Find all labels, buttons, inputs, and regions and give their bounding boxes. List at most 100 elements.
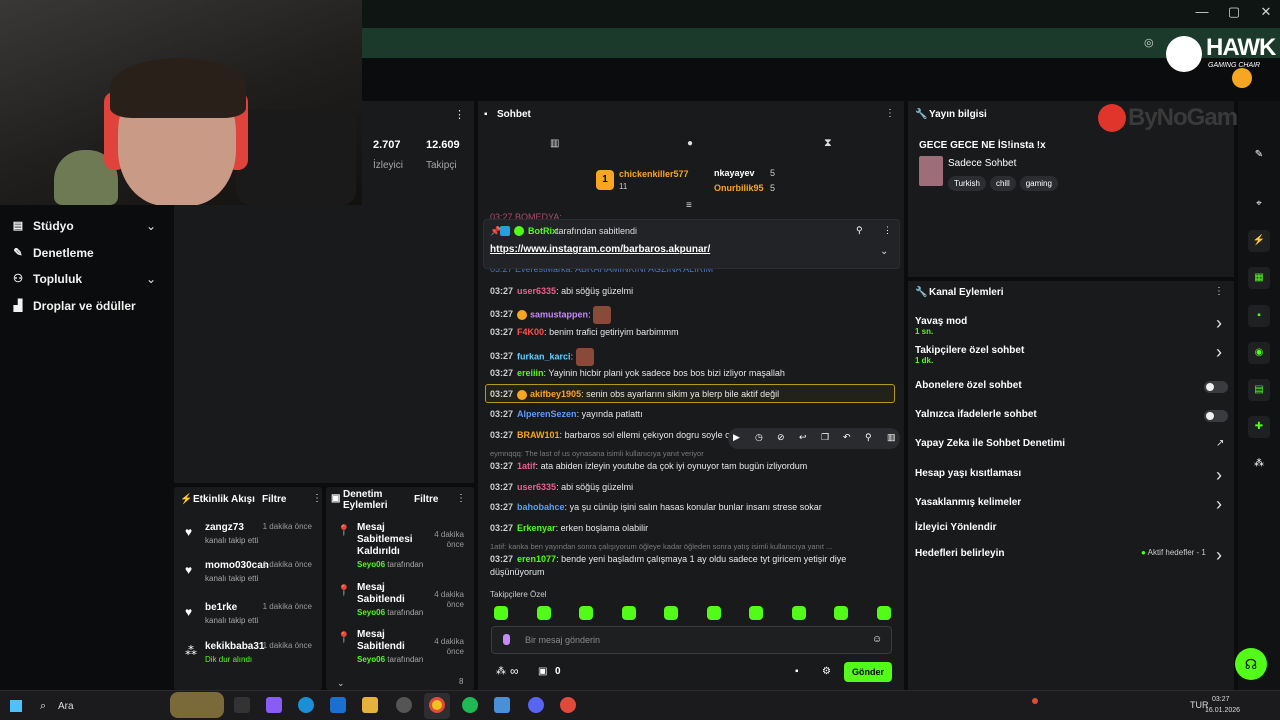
xbox-icon[interactable]: [396, 697, 412, 713]
clock-time[interactable]: 03:27: [1212, 696, 1230, 703]
pinned-by[interactable]: BotRix: [528, 226, 557, 236]
eye-off-icon[interactable]: ◎: [1144, 36, 1154, 49]
activity-name[interactable]: zangz73: [205, 522, 244, 533]
spotify-icon[interactable]: [462, 697, 478, 713]
action-item[interactable]: Hesap yaşı kısıtlaması: [915, 468, 1021, 479]
undo-icon[interactable]: ↶: [843, 432, 851, 443]
activity-name[interactable]: be1rke: [205, 602, 237, 613]
emoji-icon[interactable]: ☺: [872, 634, 882, 645]
reward-icon[interactable]: ⁂: [1248, 453, 1270, 475]
action-item[interactable]: Yavaş mod: [915, 316, 967, 327]
chat-username[interactable]: eren1077: [517, 554, 556, 564]
gear-icon[interactable]: ⚙: [822, 666, 831, 677]
search-icon[interactable]: ⌕: [40, 700, 46, 713]
chat-message[interactable]: 03:27 eren1077: bende yeni başladım çalış…: [490, 553, 870, 579]
sidebar-item-community[interactable]: ⚇ Topluluk: [12, 269, 82, 289]
modlog-by-name[interactable]: Seyo06: [357, 608, 385, 617]
more-icon[interactable]: ⋮: [885, 108, 895, 119]
action-item[interactable]: Hedefleri belirleyin: [915, 548, 1004, 559]
action-item[interactable]: Takipçilere özel sohbet: [915, 345, 1024, 356]
trash-icon[interactable]: ▥: [550, 138, 559, 149]
toggle-switch[interactable]: [1204, 410, 1228, 422]
activity-filter-button[interactable]: Filtre: [262, 494, 286, 505]
chat-username[interactable]: user6335: [517, 286, 556, 296]
chat-message[interactable]: 03:27 AlperenSezen: yayında patlattı: [490, 409, 643, 419]
discord-icon[interactable]: [528, 697, 544, 713]
leaderboard-name[interactable]: nkayayev: [714, 168, 755, 178]
collapse-icon[interactable]: ≡: [686, 200, 692, 211]
chat-message[interactable]: 03:27 1atif: ata abiden izleyin youtube d…: [490, 461, 807, 471]
chat-message[interactable]: 03:27 ereiiin: Yayinin hicbir plani yok s…: [490, 368, 785, 378]
pinned-link[interactable]: https://www.instagram.com/barbaros.akpun…: [490, 244, 710, 255]
category-thumbnail[interactable]: [919, 156, 943, 186]
widget-image[interactable]: [170, 692, 224, 718]
reply-context[interactable]: eymnqqq: The last of us oynasana isimli …: [490, 449, 704, 458]
sidebar-item-drops[interactable]: ▟ Droplar ve ödüller: [12, 296, 136, 316]
copilot-icon[interactable]: [266, 697, 282, 713]
action-item[interactable]: Yalnızca ifadelerle sohbet: [915, 409, 1037, 420]
chat-username[interactable]: samustappen: [530, 309, 588, 319]
action-item[interactable]: Yapay Zeka ile Sohbet Denetimi: [915, 438, 1065, 449]
leaderboard-name[interactable]: Onurbilik95: [714, 183, 764, 193]
chat-username[interactable]: AlperenSezen: [517, 409, 577, 419]
action-item[interactable]: Yasaklanmış kelimeler: [915, 497, 1021, 508]
mic-icon[interactable]: [503, 634, 510, 645]
modlog-filter-button[interactable]: Filtre: [414, 494, 438, 505]
chat-message[interactable]: 03:27 F4K00: benim trafici getiriyim barb…: [490, 327, 679, 337]
chat-username[interactable]: user6335: [517, 482, 556, 492]
chat-message[interactable]: 03:27 user6335: abi söğüş güzelmi: [490, 482, 633, 492]
windows-start-icon[interactable]: [10, 700, 22, 712]
modlog-by-name[interactable]: Seyo06: [357, 560, 385, 569]
chat-message[interactable]: 03:27 Erkenyar: erken boşlama olabilir: [490, 523, 648, 533]
chat-message[interactable]: 03:27 akifbey1905: senin obs ayarlarını s…: [490, 389, 779, 400]
unpin-icon[interactable]: ⚲: [856, 225, 863, 236]
trash-icon[interactable]: ▥: [887, 432, 896, 443]
taskbar-search[interactable]: Ara: [58, 701, 74, 712]
clock-date[interactable]: 16.01.2026: [1205, 707, 1240, 714]
chevron-down-icon[interactable]: ⌄: [146, 272, 156, 286]
play-icon[interactable]: ▶: [733, 432, 740, 443]
task-view-icon[interactable]: [234, 697, 250, 713]
chevron-right-icon[interactable]: ›: [1216, 342, 1222, 363]
clipboard-icon[interactable]: ▦: [1248, 267, 1270, 289]
address-bar[interactable]: [362, 28, 1280, 58]
more-icon[interactable]: ⋮: [312, 493, 322, 504]
modlog-by-name[interactable]: Seyo06: [357, 655, 385, 664]
sidebar-item-moderation[interactable]: ✎ Denetleme: [12, 243, 93, 263]
chat-icon[interactable]: ●: [687, 138, 693, 149]
maximize-button[interactable]: ▢: [1222, 4, 1246, 20]
chat-username[interactable]: furkan_karci: [517, 351, 571, 361]
hourglass-icon[interactable]: ⧗: [824, 137, 832, 150]
chevron-down-icon[interactable]: ⌄: [146, 219, 156, 233]
clock-icon[interactable]: ◷: [755, 432, 763, 443]
chevron-right-icon[interactable]: ›: [1216, 545, 1222, 566]
folder-icon[interactable]: [362, 697, 378, 713]
chat-icon[interactable]: ▪: [1248, 305, 1270, 327]
tag[interactable]: Turkish: [948, 176, 986, 191]
pencil-icon[interactable]: ✎: [1248, 144, 1270, 166]
action-item[interactable]: Abonelere özel sohbet: [915, 380, 1022, 391]
sidebar-item-studio[interactable]: ▤ Stüdyo: [12, 216, 74, 236]
chat-message[interactable]: 03:27 BRAW101: barbaros sol ellemi çekıyo…: [490, 430, 730, 440]
reply-icon[interactable]: ↩: [799, 432, 807, 443]
layout-icon[interactable]: ▤: [1248, 379, 1270, 401]
copy-icon[interactable]: ❐: [821, 432, 829, 443]
chevron-right-icon[interactable]: ›: [1216, 465, 1222, 486]
chevron-down-icon[interactable]: ⌄: [880, 246, 888, 257]
chat-username[interactable]: F4K00: [517, 327, 544, 337]
toggle-switch[interactable]: [1204, 381, 1228, 393]
mail-icon[interactable]: [330, 697, 346, 713]
lightning-icon[interactable]: ⚡: [1248, 230, 1270, 252]
chat-username[interactable]: bahobahce: [517, 502, 565, 512]
more-icon[interactable]: ⋮: [1214, 286, 1224, 297]
chat-message[interactable]: 03:27 furkan_karci:: [490, 348, 594, 366]
minimize-button[interactable]: —: [1190, 4, 1214, 19]
emote-bar[interactable]: [494, 606, 919, 625]
focus-icon[interactable]: ⌖: [1248, 193, 1270, 215]
support-button[interactable]: ☊: [1235, 648, 1267, 680]
chat-message[interactable]: 03:27 samustappen:: [490, 306, 612, 324]
chat-message[interactable]: 03:27 bahobahce: ya şu cünüp işini salın …: [490, 502, 822, 512]
chat-username[interactable]: 1atif: [517, 461, 536, 471]
chat-username[interactable]: akifbey1905: [530, 389, 581, 399]
chat-username[interactable]: Erkenyar: [517, 523, 556, 533]
